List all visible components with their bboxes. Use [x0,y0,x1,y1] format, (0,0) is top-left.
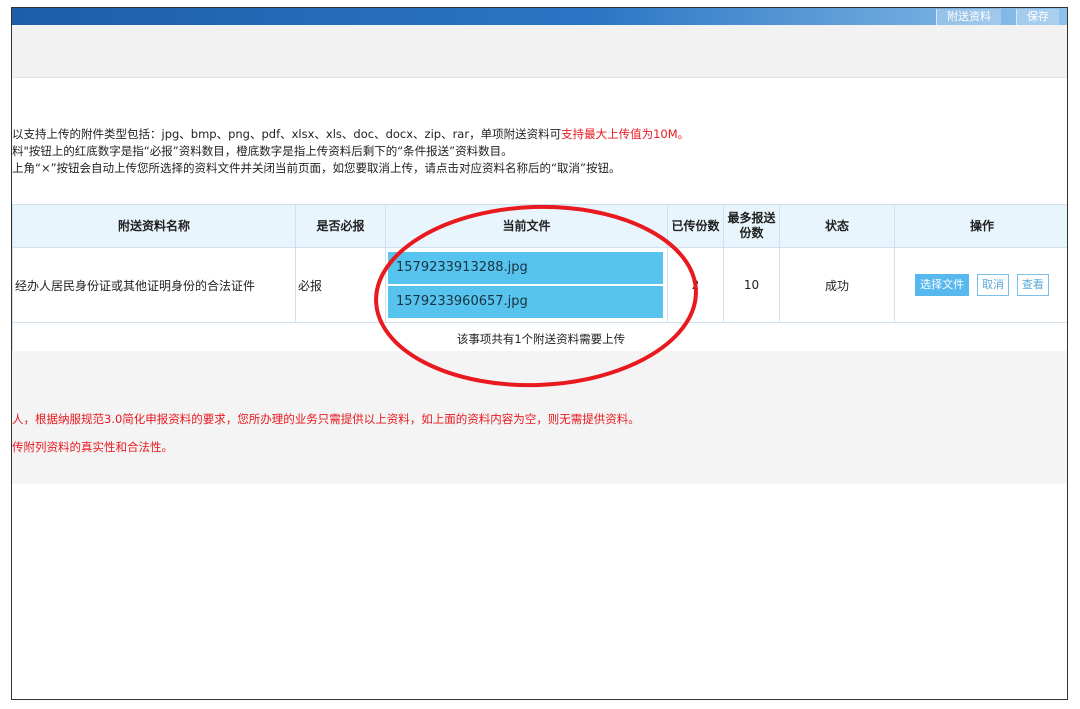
col-header-uploaded: 已传份数 [667,204,724,248]
page-frame: 附送资料 保存 以支持上传的附件类型包括：jpg、bmp、png、pdf、xls… [11,7,1068,700]
notice-line-1: 人，根据纳服规范3.0简化申报资料的要求，您所办理的业务只需提供以上资料，如上面… [12,412,640,426]
top-toolbar: 附送资料 保存 [12,8,1067,25]
save-button[interactable]: 保存 [1016,9,1059,25]
operations-cell: 选择文件 取消 查看 [894,247,1067,323]
choose-file-button[interactable]: 选择文件 [915,274,970,296]
col-header-max-line2: 份数 [739,226,764,240]
table-header-row: 附送资料名称 是否必报 当前文件 已传份数 最多报送 份数 状态 操作 [12,204,1067,248]
attachments-table-wrap: 附送资料名称 是否必报 当前文件 已传份数 最多报送 份数 状态 操作 经办人居民… [12,204,1067,357]
attachment-name-cell: 经办人居民身份证或其他证明身份的合法证件 [12,247,296,323]
instruction-line-2: 料"按钮上的红底数字是指“必报”资料数目，橙底数字是指上传资料后剩下的“条件报送… [12,144,513,158]
instruction-line-3: 上角“×”按钮会自动上传您所选择的资料文件并关闭当前页面，如您要取消上传，请点击… [12,161,621,175]
col-header-status: 状态 [779,204,895,248]
col-header-required: 是否必报 [295,204,386,248]
lower-notice-panel: 人，根据纳服规范3.0简化申报资料的要求，您所办理的业务只需提供以上资料，如上面… [12,351,1067,484]
max-size-highlight: 支持最大上传值为10M。 [561,127,690,141]
col-header-name: 附送资料名称 [12,204,296,248]
col-header-current-file: 当前文件 [385,204,668,248]
instruction-line-1-text: 以支持上传的附件类型包括：jpg、bmp、png、pdf、xlsx、xls、do… [12,127,562,141]
cancel-button[interactable]: 取消 [977,274,1009,296]
col-header-max: 最多报送 份数 [723,204,780,248]
required-cell: 必报 [295,247,386,323]
uploaded-count-cell: 2 [667,247,724,323]
attachments-table: 附送资料名称 是否必报 当前文件 已传份数 最多报送 份数 状态 操作 经办人居民… [12,204,1067,357]
file-item-2[interactable]: 1579233960657.jpg [388,286,663,318]
status-cell: 成功 [779,247,895,323]
file-item-1[interactable]: 1579233913288.jpg [388,252,663,284]
table-row: 经办人居民身份证或其他证明身份的合法证件 必报 1579233913288.jp… [12,247,1067,323]
sub-header-bar [12,25,1067,78]
view-button[interactable]: 查看 [1016,274,1049,296]
current-files-cell: 1579233913288.jpg 1579233960657.jpg [385,247,668,323]
attachments-button[interactable]: 附送资料 [936,9,1001,25]
col-header-ops: 操作 [894,204,1067,248]
instruction-line-1: 以支持上传的附件类型包括：jpg、bmp、png、pdf、xlsx、xls、do… [12,126,689,143]
upload-instructions: 以支持上传的附件类型包括：jpg、bmp、png、pdf、xlsx、xls、do… [12,126,689,177]
max-count-cell: 10 [723,247,780,323]
notice-line-2: 传附列资料的真实性和合法性。 [12,440,173,454]
col-header-max-line1: 最多报送 [727,211,776,225]
